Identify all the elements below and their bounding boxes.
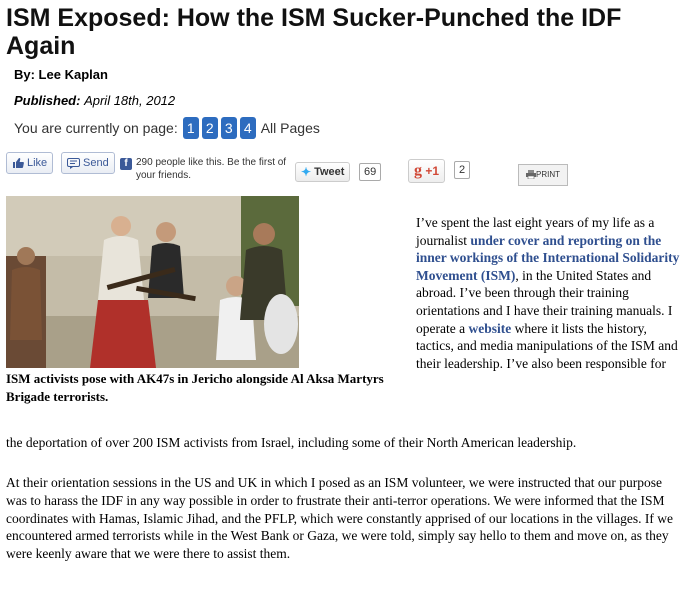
published-label: Published: [14, 93, 81, 108]
activists-photo-illustration [6, 196, 299, 368]
page-link-2[interactable]: 2 [201, 117, 218, 139]
body-paragraph-1-continuation: the deportation of over 200 ISM activist… [6, 435, 577, 450]
send-label: Send [83, 157, 109, 169]
website-link[interactable]: website [468, 321, 511, 336]
print-label: PRINT [536, 170, 560, 179]
tweet-count: 69 [359, 163, 382, 181]
article-photo [6, 196, 299, 368]
gplus-label: +1 [425, 164, 440, 178]
page-link-4[interactable]: 4 [239, 117, 256, 139]
printer-icon [526, 170, 536, 180]
google-plus-one-button[interactable]: g +1 [408, 159, 446, 183]
facebook-like-button[interactable]: Like [6, 152, 54, 174]
body-paragraph-1: I’ve spent the last eight years of my li… [416, 214, 684, 372]
facebook-icon: f [120, 158, 132, 170]
pagination-label: You are currently on page: [14, 120, 178, 136]
share-bar: Like Send f 290 people like this. Be the… [6, 152, 681, 188]
body-paragraph-2: At their orientation sessions in the US … [6, 475, 673, 562]
facebook-like-count-text: 290 people like this. Be the first of yo… [136, 157, 287, 181]
article-title: ISM Exposed: How the ISM Sucker-Punched … [6, 4, 622, 60]
like-label: Like [27, 157, 48, 169]
send-message-icon [67, 157, 80, 169]
facebook-send-button[interactable]: Send [61, 152, 115, 174]
twitter-bird-icon: ✦ [301, 165, 312, 179]
all-pages-link[interactable]: All Pages [261, 120, 320, 136]
published-date: April 18th, 2012 [84, 93, 176, 108]
gplus-count: 2 [454, 161, 471, 179]
page-link-1[interactable]: 1 [182, 117, 199, 139]
tweet-label: Tweet [314, 166, 345, 178]
byline: By: Lee Kaplan [14, 67, 108, 82]
google-g-icon: g [414, 162, 422, 179]
tweet-button[interactable]: ✦ Tweet [295, 162, 351, 182]
thumbs-up-icon [13, 158, 24, 168]
page-link-3[interactable]: 3 [220, 117, 237, 139]
published-line: Published: April 18th, 2012 [14, 93, 175, 108]
print-button[interactable]: PRINT [518, 164, 568, 186]
photo-caption: ISM activists pose with AK47s in Jericho… [6, 371, 384, 404]
pagination: You are currently on page: 1 2 3 4 All P… [14, 117, 320, 139]
